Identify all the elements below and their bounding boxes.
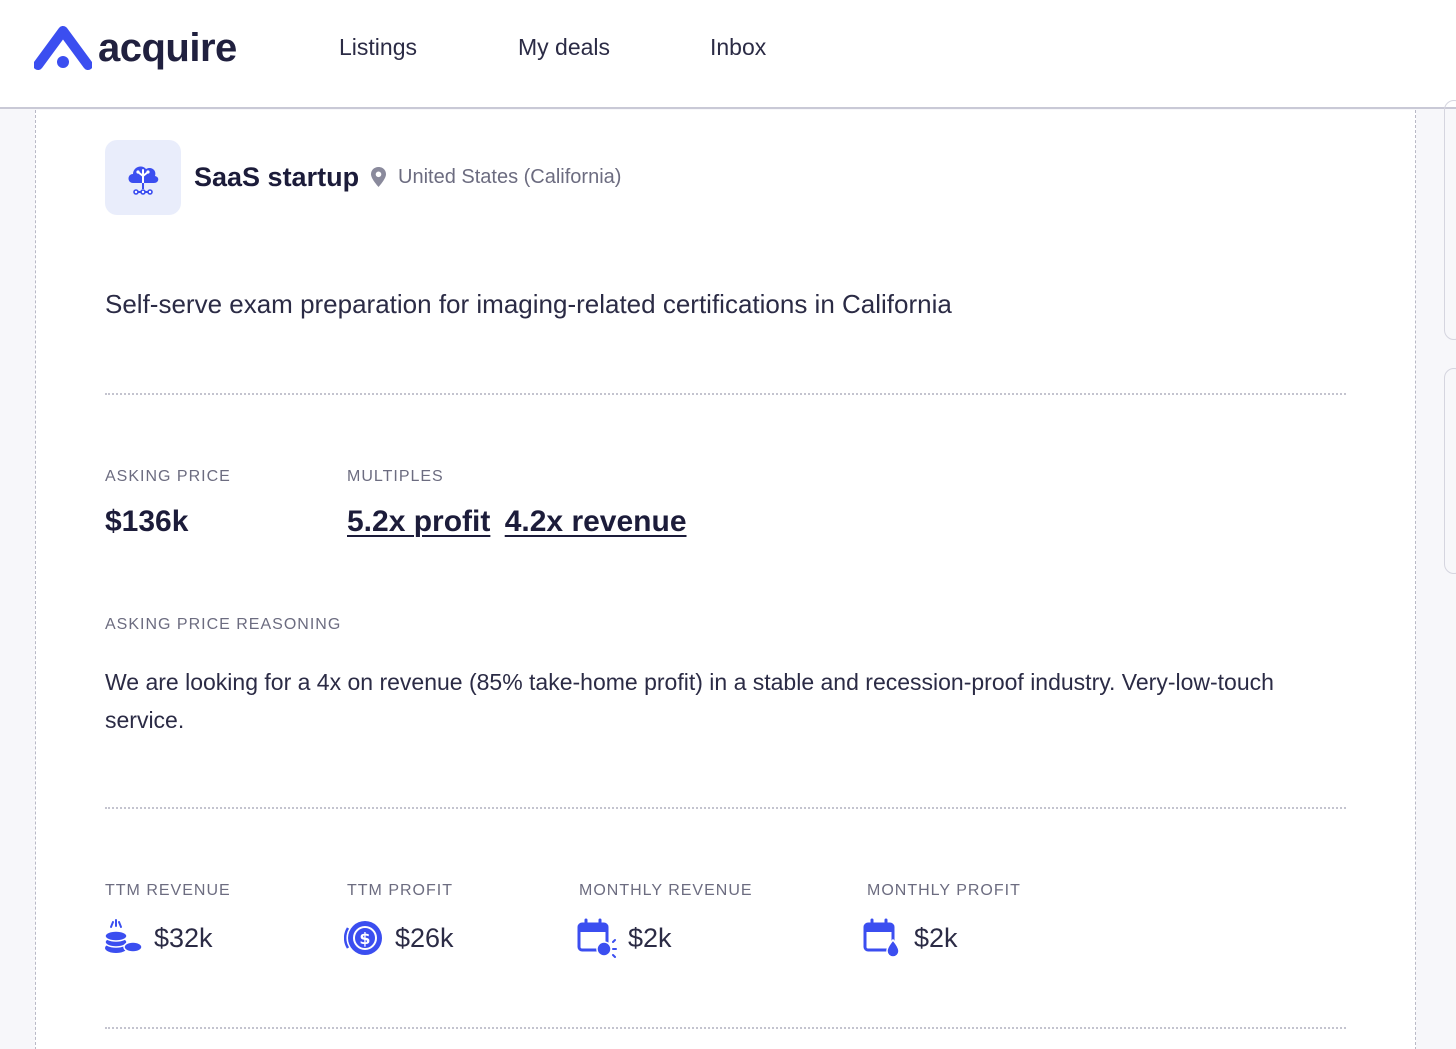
ttm-revenue-metric: $32k [103, 918, 213, 958]
svg-text:$: $ [359, 929, 370, 948]
profit-multiple-link[interactable]: 5.2x profit [347, 505, 490, 538]
listing-headline: Self-serve exam preparation for imaging-… [105, 289, 952, 319]
monthly-revenue-label: MONTHLY REVENUE [579, 882, 753, 899]
multiples-values: 5.2x profit 4.2x revenue [347, 503, 687, 541]
cloud-network-icon [128, 166, 159, 195]
ttm-profit-metric: $ $26k [344, 918, 454, 958]
side-card-edge [1444, 100, 1456, 340]
ttm-profit-value: $26k [395, 923, 454, 953]
section-divider [105, 1027, 1346, 1029]
monthly-revenue-metric: $2k [577, 918, 672, 958]
asking-price-label: ASKING PRICE [105, 468, 231, 485]
revenue-multiple-link[interactable]: 4.2x revenue [505, 505, 687, 538]
monthly-profit-metric: $2k [863, 918, 958, 958]
acquire-logo-icon [34, 26, 92, 70]
multiples-label: MULTIPLES [347, 468, 444, 485]
monthly-revenue-value: $2k [628, 923, 672, 953]
asking-price-reasoning-label: ASKING PRICE REASONING [105, 616, 342, 633]
location: United States (California) [370, 164, 621, 190]
location-text: United States (California) [398, 166, 622, 188]
ttm-profit-label: TTM PROFIT [347, 882, 453, 899]
company-avatar [105, 140, 181, 215]
section-divider [105, 393, 1346, 395]
asking-price-reasoning-text: We are looking for a 4x on revenue (85% … [105, 669, 1274, 733]
coins-stack-icon [104, 919, 143, 953]
calendar-profit-icon [863, 918, 900, 958]
nav-inbox-link[interactable]: Inbox [710, 32, 766, 62]
nav-listings-link[interactable]: Listings [339, 32, 417, 62]
monthly-profit-label: MONTHLY PROFIT [867, 882, 1021, 899]
section-divider [105, 807, 1346, 809]
top-navigation-bar: acquire Listings My deals Inbox [0, 0, 1456, 109]
logo-text: acquire [98, 26, 237, 70]
ttm-revenue-value: $32k [154, 923, 213, 953]
side-card-edge [1444, 368, 1456, 574]
nav-my-deals-link[interactable]: My deals [518, 32, 610, 62]
company-type-title: SaaS startup [194, 162, 360, 192]
monthly-profit-value: $2k [914, 923, 958, 953]
asking-price-value: $136k [105, 505, 189, 538]
calendar-revenue-icon [577, 918, 617, 958]
listing-panel [35, 110, 1416, 1049]
location-pin-icon [371, 167, 386, 187]
ttm-revenue-label: TTM REVENUE [105, 882, 231, 899]
acquire-logo[interactable]: acquire [34, 24, 237, 72]
dollar-circle-icon: $ [344, 921, 382, 955]
